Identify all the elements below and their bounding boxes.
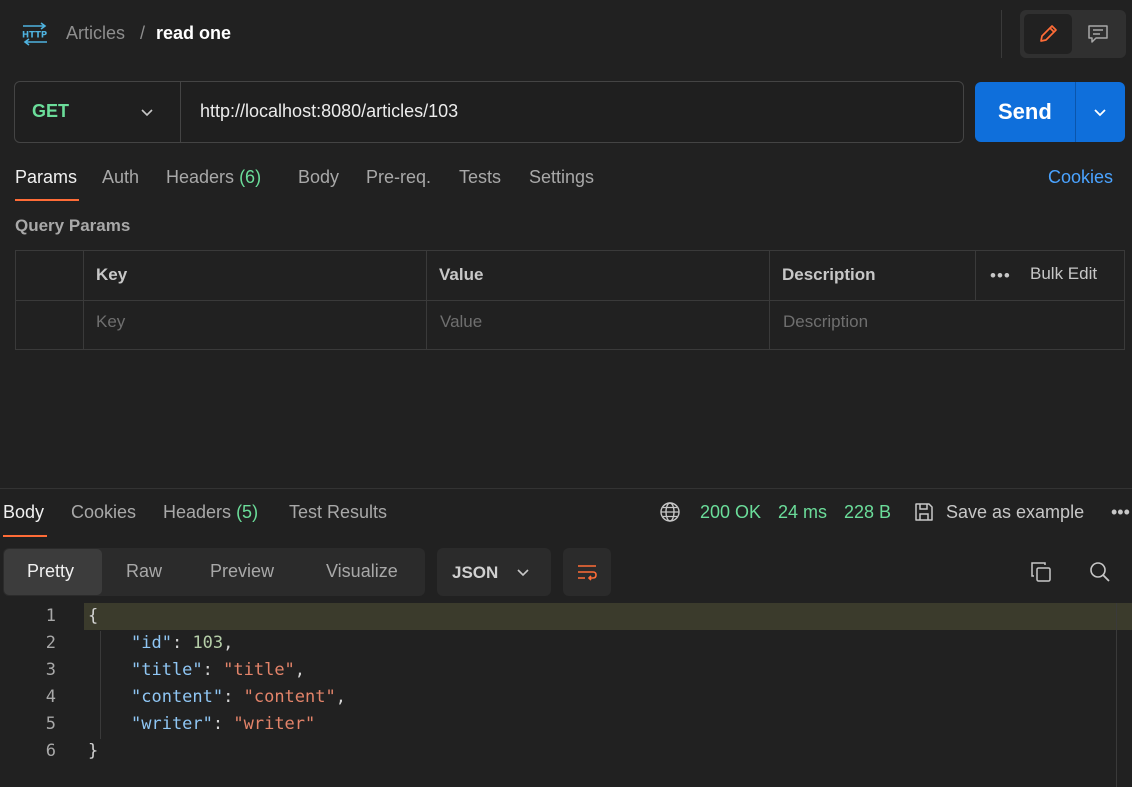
view-visualize[interactable]: Visualize bbox=[326, 561, 398, 582]
breadcrumb-separator: / bbox=[140, 23, 146, 43]
json-close-brace[interactable]: } bbox=[88, 741, 98, 761]
json-comma: , bbox=[294, 660, 306, 680]
response-headers-count: (5) bbox=[236, 502, 259, 522]
description-input[interactable]: Description bbox=[783, 312, 868, 332]
tab-settings[interactable]: Settings bbox=[529, 167, 594, 188]
globe-icon[interactable] bbox=[659, 501, 681, 523]
breadcrumb-parent[interactable]: Articles bbox=[66, 23, 125, 44]
request-name[interactable]: read one bbox=[156, 23, 231, 44]
active-tab-indicator bbox=[15, 199, 79, 201]
svg-text:HTTP: HTTP bbox=[22, 31, 47, 41]
format-label[interactable]: JSON bbox=[452, 563, 498, 583]
send-options-chevron-icon[interactable] bbox=[1092, 104, 1108, 120]
tab-headers-label: Headers bbox=[166, 167, 235, 187]
json-value: "writer" bbox=[233, 714, 316, 734]
column-header-key: Key bbox=[96, 265, 128, 284]
pencil-icon bbox=[1040, 25, 1057, 42]
json-value: "title" bbox=[223, 660, 295, 680]
json-key: "writer" bbox=[131, 714, 213, 734]
tab-headers[interactable]: Headers (6) bbox=[166, 167, 261, 188]
comments-button[interactable] bbox=[1074, 14, 1122, 54]
line-number: 1 bbox=[45, 606, 56, 626]
tab-tests[interactable]: Tests bbox=[459, 167, 501, 188]
json-comma: , bbox=[335, 687, 346, 707]
status-code[interactable]: 200 OK bbox=[700, 502, 761, 523]
tab-params[interactable]: Params bbox=[15, 167, 77, 188]
wrap-lines-icon bbox=[578, 565, 597, 581]
key-input[interactable]: Key bbox=[96, 312, 125, 332]
view-pretty[interactable]: Pretty bbox=[27, 561, 74, 582]
table-row-divider bbox=[15, 300, 1125, 301]
response-divider[interactable] bbox=[0, 488, 1132, 489]
line-number: 5 bbox=[45, 714, 56, 734]
json-comma: , bbox=[223, 633, 234, 653]
save-icon[interactable] bbox=[913, 501, 935, 523]
active-tab-indicator bbox=[3, 535, 47, 537]
tab-response-body[interactable]: Body bbox=[3, 502, 44, 523]
json-key: "id" bbox=[131, 633, 172, 653]
json-line[interactable]: "title": "title", bbox=[131, 660, 305, 680]
comment-icon bbox=[1088, 25, 1108, 43]
method-select[interactable]: GET bbox=[32, 101, 69, 122]
table-column-divider bbox=[975, 250, 976, 300]
response-more-icon[interactable]: ••• bbox=[1111, 502, 1130, 523]
table-column-divider bbox=[83, 250, 84, 350]
tab-test-results[interactable]: Test Results bbox=[289, 502, 387, 523]
header-divider bbox=[1001, 10, 1002, 58]
table-column-divider bbox=[769, 250, 770, 350]
line-number: 2 bbox=[45, 633, 56, 653]
json-line[interactable]: "content": "content", bbox=[131, 687, 346, 707]
tab-prereq[interactable]: Pre-req. bbox=[366, 167, 431, 188]
column-header-description: Description bbox=[782, 265, 876, 284]
more-options-icon[interactable]: ••• bbox=[990, 266, 1011, 286]
url-divider bbox=[180, 82, 181, 142]
edit-mode-button[interactable] bbox=[1024, 14, 1072, 54]
scrollbar-track[interactable] bbox=[1116, 603, 1117, 787]
view-raw[interactable]: Raw bbox=[126, 561, 162, 582]
response-time[interactable]: 24 ms bbox=[778, 502, 827, 523]
query-params-title: Query Params bbox=[15, 216, 131, 235]
send-split-divider bbox=[1075, 82, 1076, 142]
tab-response-headers[interactable]: Headers (5) bbox=[163, 502, 258, 523]
chevron-down-icon[interactable] bbox=[516, 565, 530, 579]
current-line-highlight bbox=[84, 603, 1132, 630]
table-column-divider bbox=[426, 250, 427, 350]
json-line[interactable]: "id": 103, bbox=[131, 633, 233, 653]
chevron-down-icon[interactable] bbox=[139, 104, 155, 120]
json-value: "content" bbox=[243, 687, 336, 707]
http-icon: HTTP bbox=[22, 22, 47, 46]
headers-count: (6) bbox=[239, 167, 262, 187]
tab-response-cookies[interactable]: Cookies bbox=[71, 502, 136, 523]
view-preview[interactable]: Preview bbox=[210, 561, 274, 582]
copy-icon[interactable] bbox=[1029, 560, 1053, 584]
wrap-lines-button[interactable] bbox=[563, 548, 611, 596]
cookies-link[interactable]: Cookies bbox=[1048, 167, 1113, 188]
value-input[interactable]: Value bbox=[440, 312, 482, 332]
indent-guide bbox=[100, 631, 101, 739]
json-value: 103 bbox=[192, 633, 224, 653]
url-bar bbox=[14, 81, 964, 143]
response-size[interactable]: 228 B bbox=[844, 502, 891, 523]
line-number: 3 bbox=[45, 660, 56, 680]
search-icon[interactable] bbox=[1088, 560, 1112, 584]
save-as-example-button[interactable]: Save as example bbox=[946, 502, 1084, 523]
json-open-brace[interactable]: { bbox=[88, 606, 98, 626]
send-button-label[interactable]: Send bbox=[998, 99, 1052, 125]
tab-auth[interactable]: Auth bbox=[102, 167, 139, 188]
line-number: 4 bbox=[45, 687, 56, 707]
bulk-edit-button[interactable]: Bulk Edit bbox=[1030, 264, 1097, 284]
line-number: 6 bbox=[45, 741, 56, 761]
json-key: "title" bbox=[131, 660, 203, 680]
url-input[interactable]: http://localhost:8080/articles/103 bbox=[200, 101, 458, 122]
json-key: "content" bbox=[131, 687, 224, 707]
json-line[interactable]: "writer": "writer" bbox=[131, 714, 315, 734]
tab-body[interactable]: Body bbox=[298, 167, 339, 188]
column-header-value: Value bbox=[439, 265, 484, 284]
tab-response-headers-label: Headers bbox=[163, 502, 232, 522]
